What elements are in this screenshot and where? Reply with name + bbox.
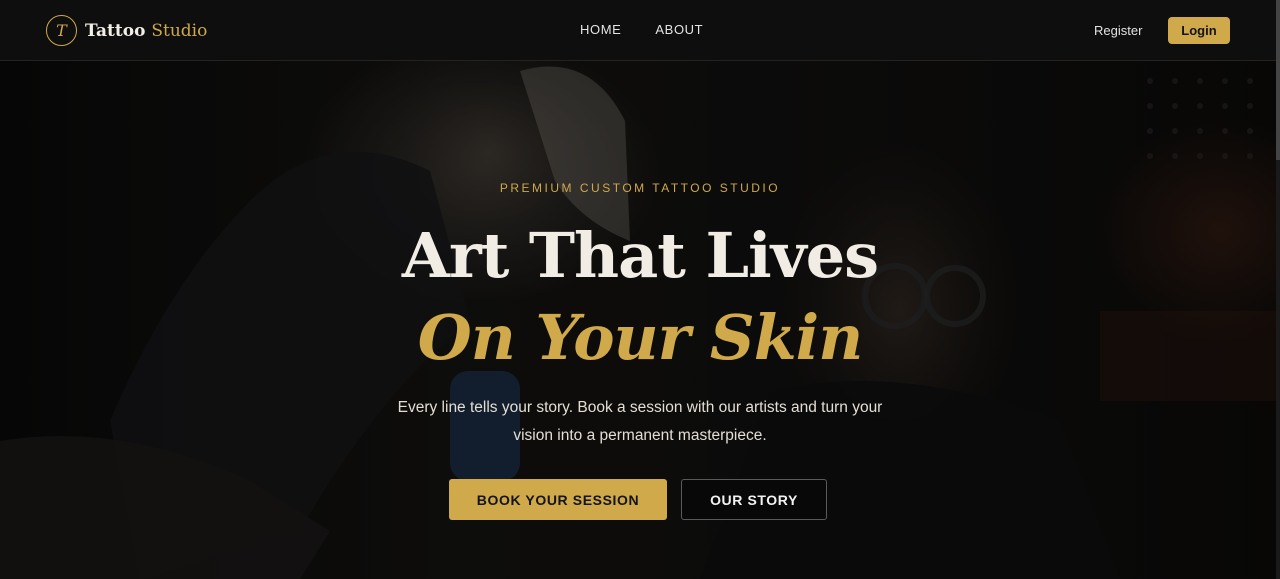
brand-name-part2: Studio: [151, 20, 208, 41]
hero-title-line-1: Art That Lives: [401, 219, 879, 292]
scrollbar-thumb[interactable]: [1276, 0, 1280, 160]
navbar: T Tattoo Studio HOME ABOUT Register Logi…: [0, 0, 1280, 61]
hero-section: PREMIUM CUSTOM TATTOO STUDIO Art That Li…: [0, 61, 1280, 579]
register-link[interactable]: Register: [1094, 23, 1142, 38]
our-story-button[interactable]: OUR STORY: [681, 479, 827, 520]
nav-link-home[interactable]: HOME: [580, 22, 621, 37]
hero-title-line-2: On Your Skin: [417, 301, 864, 374]
nav-link-about[interactable]: ABOUT: [655, 22, 703, 37]
brand-name-part1: Tattoo: [85, 20, 146, 41]
brand-logo[interactable]: T Tattoo Studio: [46, 15, 207, 46]
hero-eyebrow: PREMIUM CUSTOM TATTOO STUDIO: [499, 181, 781, 195]
logo-monogram-icon: T: [46, 15, 77, 46]
login-button[interactable]: Login: [1168, 17, 1230, 44]
hero-cta-group: BOOK YOUR SESSION OUR STORY: [449, 479, 827, 520]
page-scrollbar[interactable]: [1276, 0, 1280, 579]
hero-subtitle: Every line tells your story. Book a sess…: [397, 399, 883, 444]
brand-name: Tattoo Studio: [85, 21, 207, 41]
main-nav: HOME ABOUT: [580, 22, 703, 37]
book-session-button[interactable]: BOOK YOUR SESSION: [449, 479, 667, 520]
